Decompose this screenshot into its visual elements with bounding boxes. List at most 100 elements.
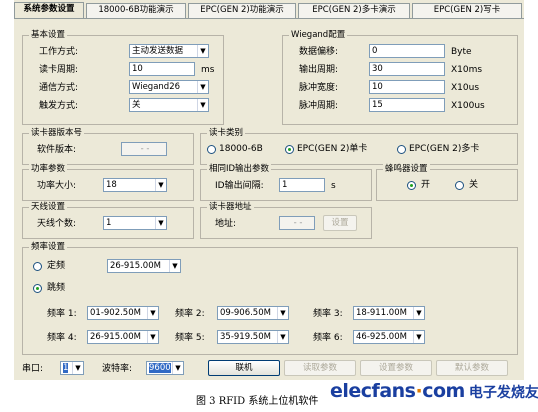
address-set-button[interactable]: 设置 xyxy=(323,215,357,231)
radio-buzzer-off-label: 关 xyxy=(469,180,479,190)
radio-buzzer-off[interactable] xyxy=(455,181,464,190)
antenna-group: 天线设置 天线个数: 1 ▼ xyxy=(22,201,194,239)
radio-epc-multi[interactable] xyxy=(397,145,406,154)
radio-hop-freq-label: 跳频 xyxy=(47,283,66,293)
baud-rate-label: 波特率: xyxy=(102,364,133,374)
default-params-button[interactable]: 默认参数 xyxy=(436,360,508,376)
antenna-count-select[interactable]: 1 ▼ xyxy=(103,216,167,230)
same-id-group: 相同ID输出参数 ID输出间隔: 1 s xyxy=(200,163,372,201)
radio-buzzer-on[interactable] xyxy=(407,181,416,190)
tab-epc-gen2[interactable]: EPC(GEN 2)功能演示 xyxy=(188,3,296,18)
freq-4-value: 26-915.00M xyxy=(90,332,141,342)
antenna-count-value: 1 xyxy=(106,218,112,228)
software-version-label: 软件版本: xyxy=(37,145,77,155)
radio-18000-6b[interactable] xyxy=(207,145,216,154)
figure-caption: 图 3 RFID 系统上位机软件 xyxy=(196,396,319,407)
work-mode-select[interactable]: 主动发送数据 ▼ xyxy=(129,44,209,58)
freq-4-select[interactable]: 26-915.00M ▼ xyxy=(87,330,159,344)
work-mode-label: 工作方式: xyxy=(39,47,79,57)
freq-1-label: 频率 1: xyxy=(47,309,77,319)
tab-epc-gen2-write[interactable]: EPC(GEN 2)写卡 xyxy=(412,3,522,18)
fixed-freq-select[interactable]: 26-915.00M ▼ xyxy=(107,259,181,273)
chevron-down-icon: ▼ xyxy=(155,217,166,229)
trigger-mode-label: 触发方式: xyxy=(39,101,79,111)
radio-buzzer-on-label: 开 xyxy=(421,180,431,190)
chevron-down-icon: ▼ xyxy=(147,331,158,343)
freq-3-select[interactable]: 18-911.00M ▼ xyxy=(353,306,425,320)
group-title: 功率参数 xyxy=(29,163,68,175)
radio-18000-6b-label: 18000-6B xyxy=(219,144,263,154)
freq-6-select[interactable]: 46-925.00M ▼ xyxy=(353,330,425,344)
power-select[interactable]: 18 ▼ xyxy=(103,178,167,192)
freq-3-label: 频率 3: xyxy=(313,309,343,319)
freq-1-value: 01-902.50M xyxy=(90,308,141,318)
logo-chinese: 电子发烧友 xyxy=(468,385,538,401)
read-params-button[interactable]: 读取参数 xyxy=(284,360,356,376)
pulse-period-input[interactable]: 15 xyxy=(369,98,445,112)
radio-hop-freq[interactable] xyxy=(33,284,42,293)
buzzer-group: 蜂鸣器设置 开 关 xyxy=(376,163,518,201)
group-title: 基本设置 xyxy=(29,29,68,41)
chevron-down-icon: ▼ xyxy=(172,362,183,374)
freq-6-value: 46-925.00M xyxy=(356,332,407,342)
freq-5-label: 频率 5: xyxy=(175,333,205,343)
set-params-button[interactable]: 设置参数 xyxy=(360,360,432,376)
chevron-down-icon: ▼ xyxy=(147,307,158,319)
pulse-width-input[interactable]: 10 xyxy=(369,80,445,94)
tab-system-params[interactable]: 系统参数设置 xyxy=(14,2,84,19)
id-interval-input[interactable]: 1 xyxy=(279,178,325,192)
group-title: 天线设置 xyxy=(29,201,68,213)
freq-2-value: 09-906.50M xyxy=(220,308,271,318)
chevron-down-icon: ▼ xyxy=(277,331,288,343)
address-label: 地址: xyxy=(215,219,237,229)
group-title: 频率设置 xyxy=(29,241,68,253)
frequency-group: 频率设置 定频 26-915.00M ▼ 跳频 频率 1: 01-902.50M ▼… xyxy=(22,241,518,355)
group-title: 蜂鸣器设置 xyxy=(383,163,430,175)
chevron-down-icon: ▼ xyxy=(413,331,424,343)
out-period-input[interactable]: 30 xyxy=(369,62,445,76)
radio-epc-single-label: EPC(GEN 2)单卡 xyxy=(297,144,368,154)
power-group: 功率参数 功率大小: 18 ▼ xyxy=(22,163,194,201)
pulse-period-label: 脉冲周期: xyxy=(299,101,339,111)
baud-rate-select[interactable]: 9600 ▼ xyxy=(146,361,184,375)
tab-18000-6b[interactable]: 18000-6B功能演示 xyxy=(86,3,186,18)
work-mode-value: 主动发送数据 xyxy=(132,46,184,56)
basic-settings-group: 基本设置 工作方式: 主动发送数据 ▼ 读卡周期: 10 ms 通信方式: Wie… xyxy=(22,29,224,125)
id-interval-unit: s xyxy=(331,181,336,191)
freq-2-select[interactable]: 09-906.50M ▼ xyxy=(217,306,289,320)
group-title: Wiegand配置 xyxy=(289,29,348,41)
logo-tld: com xyxy=(422,380,465,402)
comm-mode-select[interactable]: Wiegand26 ▼ xyxy=(129,80,209,94)
trigger-mode-select[interactable]: 关 ▼ xyxy=(129,98,209,112)
offset-unit: Byte xyxy=(451,47,472,57)
radio-epc-multi-label: EPC(GEN 2)多卡 xyxy=(409,144,480,154)
out-period-label: 输出周期: xyxy=(299,65,339,75)
pulse-period-unit: X100us xyxy=(451,101,485,111)
tab-bar: 系统参数设置 18000-6B功能演示 EPC(GEN 2)功能演示 EPC(G… xyxy=(14,2,524,19)
pulse-width-label: 脉冲宽度: xyxy=(299,83,339,93)
group-title: 读卡器版本号 xyxy=(29,127,85,139)
pulse-width-unit: X10us xyxy=(451,83,480,93)
read-period-input[interactable]: 10 xyxy=(129,62,195,76)
serial-port-select[interactable]: 1 ▼ xyxy=(60,361,84,375)
chevron-down-icon: ▼ xyxy=(197,45,208,57)
power-label: 功率大小: xyxy=(37,181,77,191)
address-field[interactable]: - - xyxy=(279,216,315,230)
baud-rate-value: 9600 xyxy=(149,363,171,373)
chevron-down-icon: ▼ xyxy=(277,307,288,319)
settings-panel: 基本设置 工作方式: 主动发送数据 ▼ 读卡周期: 10 ms 通信方式: Wie… xyxy=(14,18,524,380)
freq-5-value: 35-919.50M xyxy=(220,332,271,342)
antenna-count-label: 天线个数: xyxy=(37,219,77,229)
freq-1-select[interactable]: 01-902.50M ▼ xyxy=(87,306,159,320)
software-version-field: - - xyxy=(121,142,167,156)
freq-5-select[interactable]: 35-919.50M ▼ xyxy=(217,330,289,344)
group-title: 读卡器地址 xyxy=(207,201,254,213)
trigger-mode-value: 关 xyxy=(132,100,141,110)
connect-button[interactable]: 联机 xyxy=(208,360,280,376)
radio-fixed-freq[interactable] xyxy=(33,262,42,271)
radio-epc-single[interactable] xyxy=(285,145,294,154)
tab-epc-gen2-multi[interactable]: EPC(GEN 2)多卡演示 xyxy=(298,3,410,18)
serial-port-value: 1 xyxy=(63,363,69,373)
chevron-down-icon: ▼ xyxy=(155,179,166,191)
offset-input[interactable]: 0 xyxy=(369,44,445,58)
